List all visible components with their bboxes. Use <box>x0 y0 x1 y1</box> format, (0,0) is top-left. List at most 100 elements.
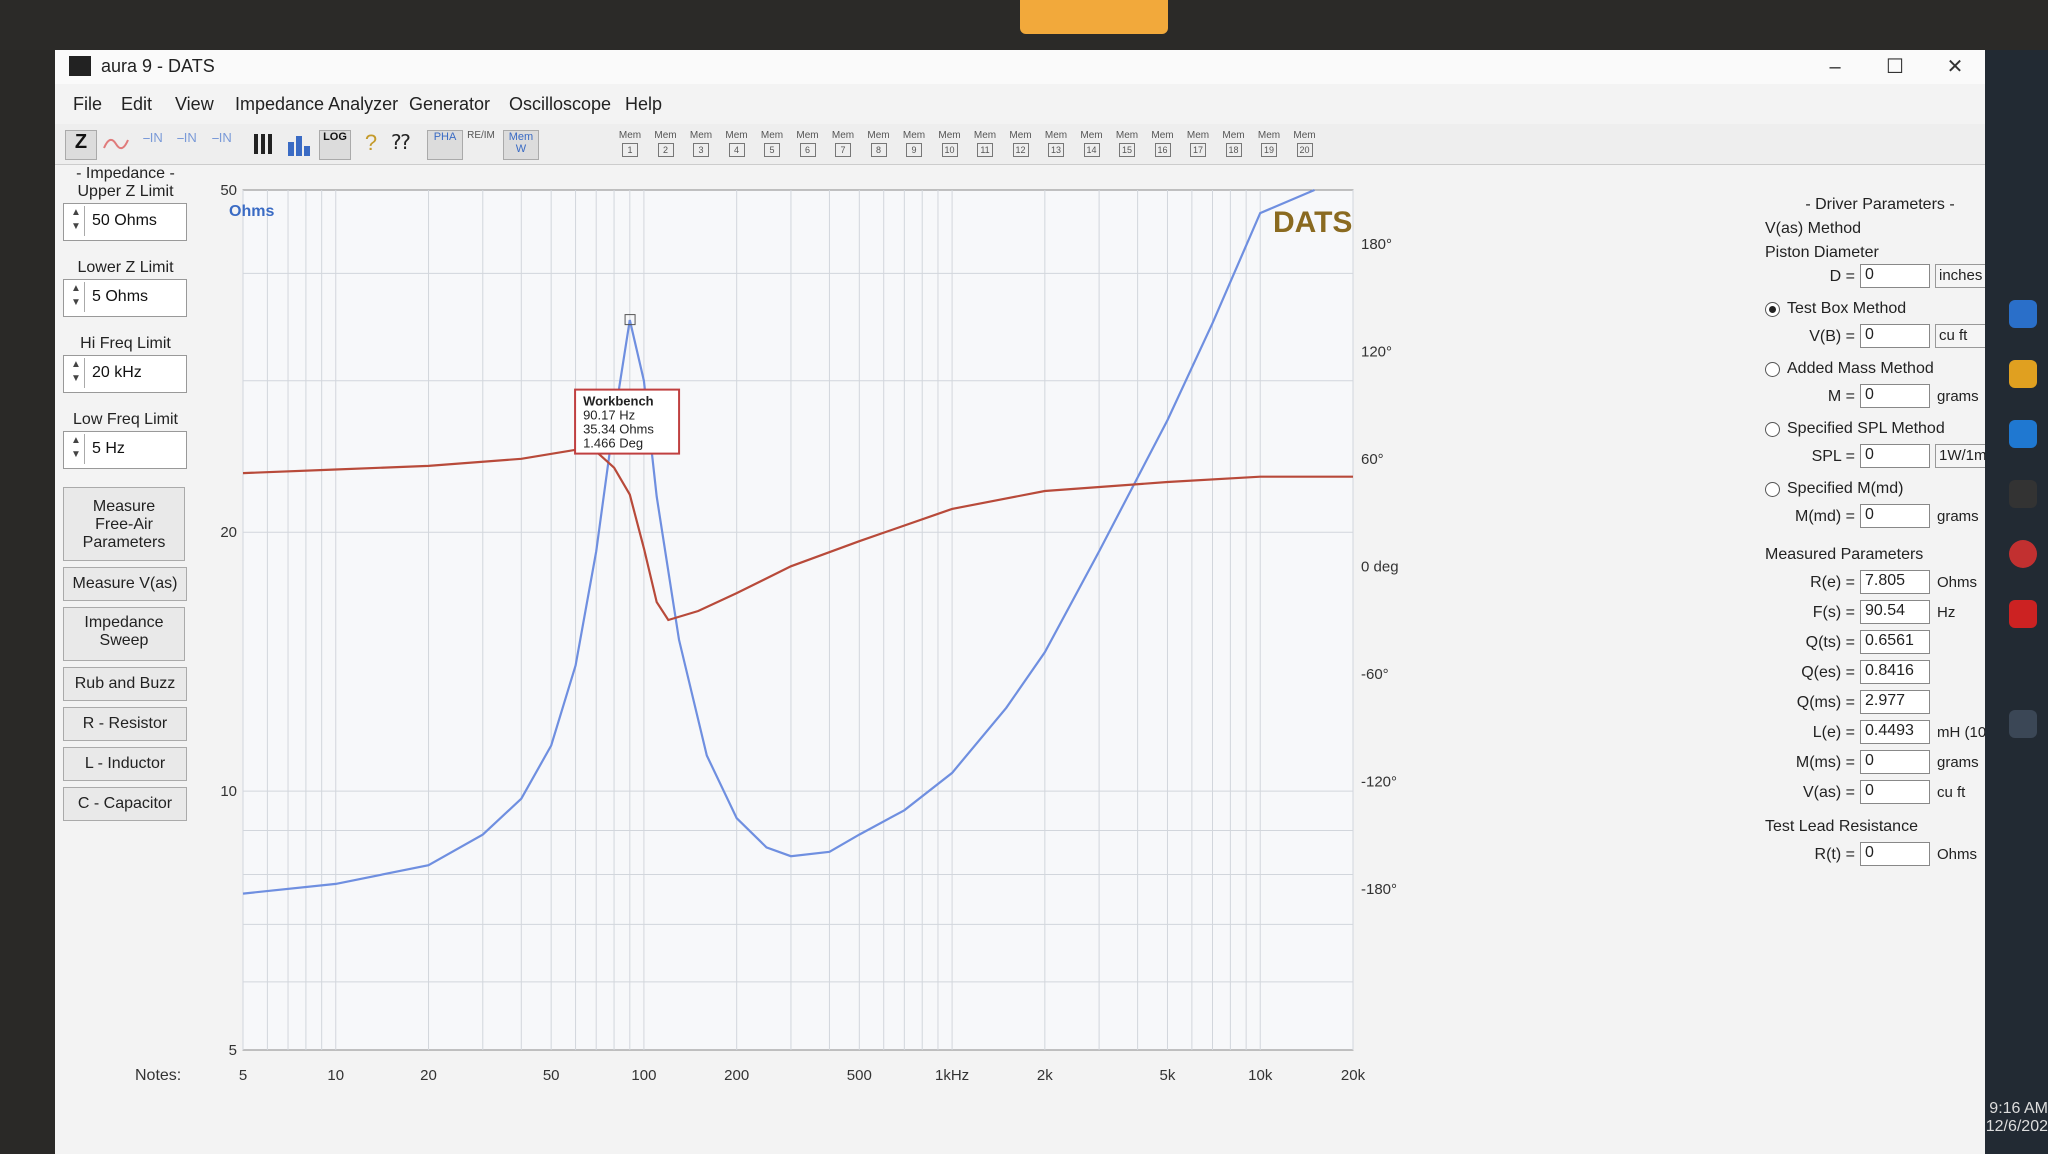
menu-file[interactable]: File <box>73 94 102 115</box>
mem-slot-button[interactable]: Mem 7 <box>828 130 858 158</box>
inductor-button[interactable]: L - Inductor <box>63 747 187 781</box>
z-button[interactable]: Z <box>65 130 97 160</box>
mem-slot-button[interactable]: Mem 16 <box>1148 130 1178 158</box>
lower-z-spinner[interactable]: ▲ ▼ 5 Ohms <box>63 279 187 317</box>
close-button[interactable]: ✕ <box>1925 53 1985 81</box>
measured-value[interactable]: 0.8416 <box>1860 660 1930 684</box>
mem-slot-button[interactable]: Mem 1 <box>615 130 645 158</box>
help-icon[interactable]: ? <box>359 130 383 158</box>
radio-icon[interactable] <box>1765 422 1780 437</box>
menu-oscilloscope[interactable]: Oscilloscope <box>509 94 611 115</box>
hi-freq-spinner[interactable]: ▲ ▼ 20 kHz <box>63 355 187 393</box>
m-input[interactable]: 0 <box>1860 384 1930 408</box>
upper-z-spinner[interactable]: ▲ ▼ 50 Ohms <box>63 203 187 241</box>
mem-slot-button[interactable]: Mem 12 <box>1006 130 1036 158</box>
wps-icon[interactable] <box>2009 600 2037 628</box>
mem-slot-button[interactable]: Mem 5 <box>757 130 787 158</box>
mem-slot-button[interactable]: Mem 9 <box>899 130 929 158</box>
mmd-input[interactable]: 0 <box>1860 504 1930 528</box>
measure-free-air-button[interactable]: Measure Free-Air Parameters <box>63 487 185 561</box>
measured-value[interactable]: 90.54 <box>1860 600 1930 624</box>
measured-value[interactable]: 0 <box>1860 750 1930 774</box>
taskbar: 9:16 AM 12/6/202 <box>1985 50 2048 1154</box>
mem-slot-button[interactable]: Mem 19 <box>1254 130 1284 158</box>
piston-diameter-label: Piston Diameter <box>1765 244 1879 261</box>
mem-slot-button[interactable]: Mem 18 <box>1219 130 1249 158</box>
right-in-icon[interactable]: ⎯IN <box>173 130 201 158</box>
media-player-icon[interactable] <box>2009 540 2037 568</box>
rub-and-buzz-button[interactable]: Rub and Buzz <box>63 667 187 701</box>
mem-slot-button[interactable]: Mem 13 <box>1041 130 1071 158</box>
measured-value[interactable]: 0.6561 <box>1860 630 1930 654</box>
measure-vas-button[interactable]: Measure V(as) <box>63 567 187 601</box>
bars-icon[interactable] <box>251 130 277 158</box>
menu-impedance-analyzer[interactable]: Impedance Analyzer <box>235 94 398 115</box>
spl-input[interactable]: 0 <box>1860 444 1930 468</box>
internet-explorer-icon[interactable] <box>2009 420 2037 448</box>
d-input[interactable]: 0 <box>1860 264 1930 288</box>
mem-slot-button[interactable]: Mem 20 <box>1290 130 1320 158</box>
y-left-unit-label: Ohms <box>229 203 274 220</box>
file-explorer-icon[interactable] <box>2009 360 2037 388</box>
mem-slot-button[interactable]: Mem 2 <box>651 130 681 158</box>
mem-slot-button[interactable]: Mem 8 <box>864 130 894 158</box>
test-box-radio[interactable]: Test Box Method <box>1765 298 2005 322</box>
spinner-arrows-icon[interactable]: ▲ ▼ <box>68 282 85 312</box>
dats-app-icon[interactable] <box>2009 480 2037 508</box>
impedance-chart[interactable]: 5 10 20 50 100 200 500 1kHz 2k 5k 10k 20k 50 20 10 5 Ohm… <box>193 170 1473 1090</box>
measured-row: L(e) = 0.4493 mH (10k) <box>1755 720 2005 748</box>
mem-slot-button[interactable]: Mem 17 <box>1183 130 1213 158</box>
mem-slot-button[interactable]: Mem 14 <box>1077 130 1107 158</box>
maximize-button[interactable]: ☐ <box>1865 53 1925 81</box>
mem-slot-button[interactable]: Mem 10 <box>935 130 965 158</box>
measured-value[interactable]: 7.805 <box>1860 570 1930 594</box>
measured-value[interactable]: 2.977 <box>1860 690 1930 714</box>
mem-slot-button[interactable]: Mem 3 <box>686 130 716 158</box>
radio-icon[interactable] <box>1765 482 1780 497</box>
resistor-button[interactable]: R - Resistor <box>63 707 187 741</box>
mem-slot-button[interactable]: Mem 6 <box>793 130 823 158</box>
impedance-sweep-button[interactable]: Impedance Sweep <box>63 607 185 661</box>
measured-value[interactable]: 0 <box>1860 780 1930 804</box>
calculator-icon[interactable] <box>2009 710 2037 738</box>
left-in-icon[interactable]: ⎯IN <box>139 130 167 158</box>
minimize-button[interactable]: – <box>1805 53 1865 81</box>
specified-mmd-radio[interactable]: Specified M(md) <box>1765 478 2005 502</box>
stereo-in-icon[interactable]: ⎯IN <box>207 130 237 158</box>
x-tick-label: 5k <box>1160 1067 1176 1084</box>
spinner-arrows-icon[interactable]: ▲ ▼ <box>68 206 85 236</box>
mem-slot-button[interactable]: Mem 4 <box>722 130 752 158</box>
bar-chart-icon[interactable] <box>285 130 313 158</box>
menu-edit[interactable]: Edit <box>121 94 152 115</box>
menu-generator[interactable]: Generator <box>409 94 490 115</box>
mem-slot-number: 18 <box>1225 143 1242 157</box>
capacitor-button[interactable]: C - Capacitor <box>63 787 187 821</box>
spinner-arrows-icon[interactable]: ▲ ▼ <box>68 358 85 388</box>
spinner-arrows-icon[interactable]: ▲ ▼ <box>68 434 85 464</box>
mem-slot-button[interactable]: Mem 11 <box>970 130 1000 158</box>
pha-button[interactable]: PHA <box>427 130 463 160</box>
mem-slot-button[interactable]: Mem 15 <box>1112 130 1142 158</box>
mem-slot-label: Mem <box>1151 130 1174 141</box>
specified-spl-radio[interactable]: Specified SPL Method <box>1765 418 2005 442</box>
vb-input[interactable]: 0 <box>1860 324 1930 348</box>
rt-input[interactable]: 0 <box>1860 842 1930 866</box>
radio-icon[interactable] <box>1765 362 1780 377</box>
chart-svg[interactable]: 5 10 20 50 100 200 500 1kHz 2k 5k 10k 20k 50 20 10 5 Ohm… <box>193 170 1473 1090</box>
plot-area <box>242 189 1354 1051</box>
x-tick-label: 500 <box>847 1067 872 1084</box>
radio-selected-icon[interactable] <box>1765 302 1780 317</box>
menu-view[interactable]: View <box>175 94 214 115</box>
measured-value[interactable]: 0.4493 <box>1860 720 1930 744</box>
mem-w-button[interactable]: Mem W <box>503 130 539 160</box>
log-button[interactable]: LOG <box>319 130 351 160</box>
low-freq-spinner[interactable]: ▲ ▼ 5 Hz <box>63 431 187 469</box>
added-mass-radio[interactable]: Added Mass Method <box>1765 358 2005 382</box>
edge-icon[interactable] <box>2009 300 2037 328</box>
y-right-tick-label: 60° <box>1361 451 1384 468</box>
measured-row: F(s) = 90.54 Hz <box>1755 600 2005 628</box>
menu-help[interactable]: Help <box>625 94 662 115</box>
wave-icon[interactable] <box>101 130 131 158</box>
context-help-icon[interactable]: ⁇ <box>387 130 415 158</box>
re-im-button[interactable]: RE/IM <box>465 130 497 158</box>
